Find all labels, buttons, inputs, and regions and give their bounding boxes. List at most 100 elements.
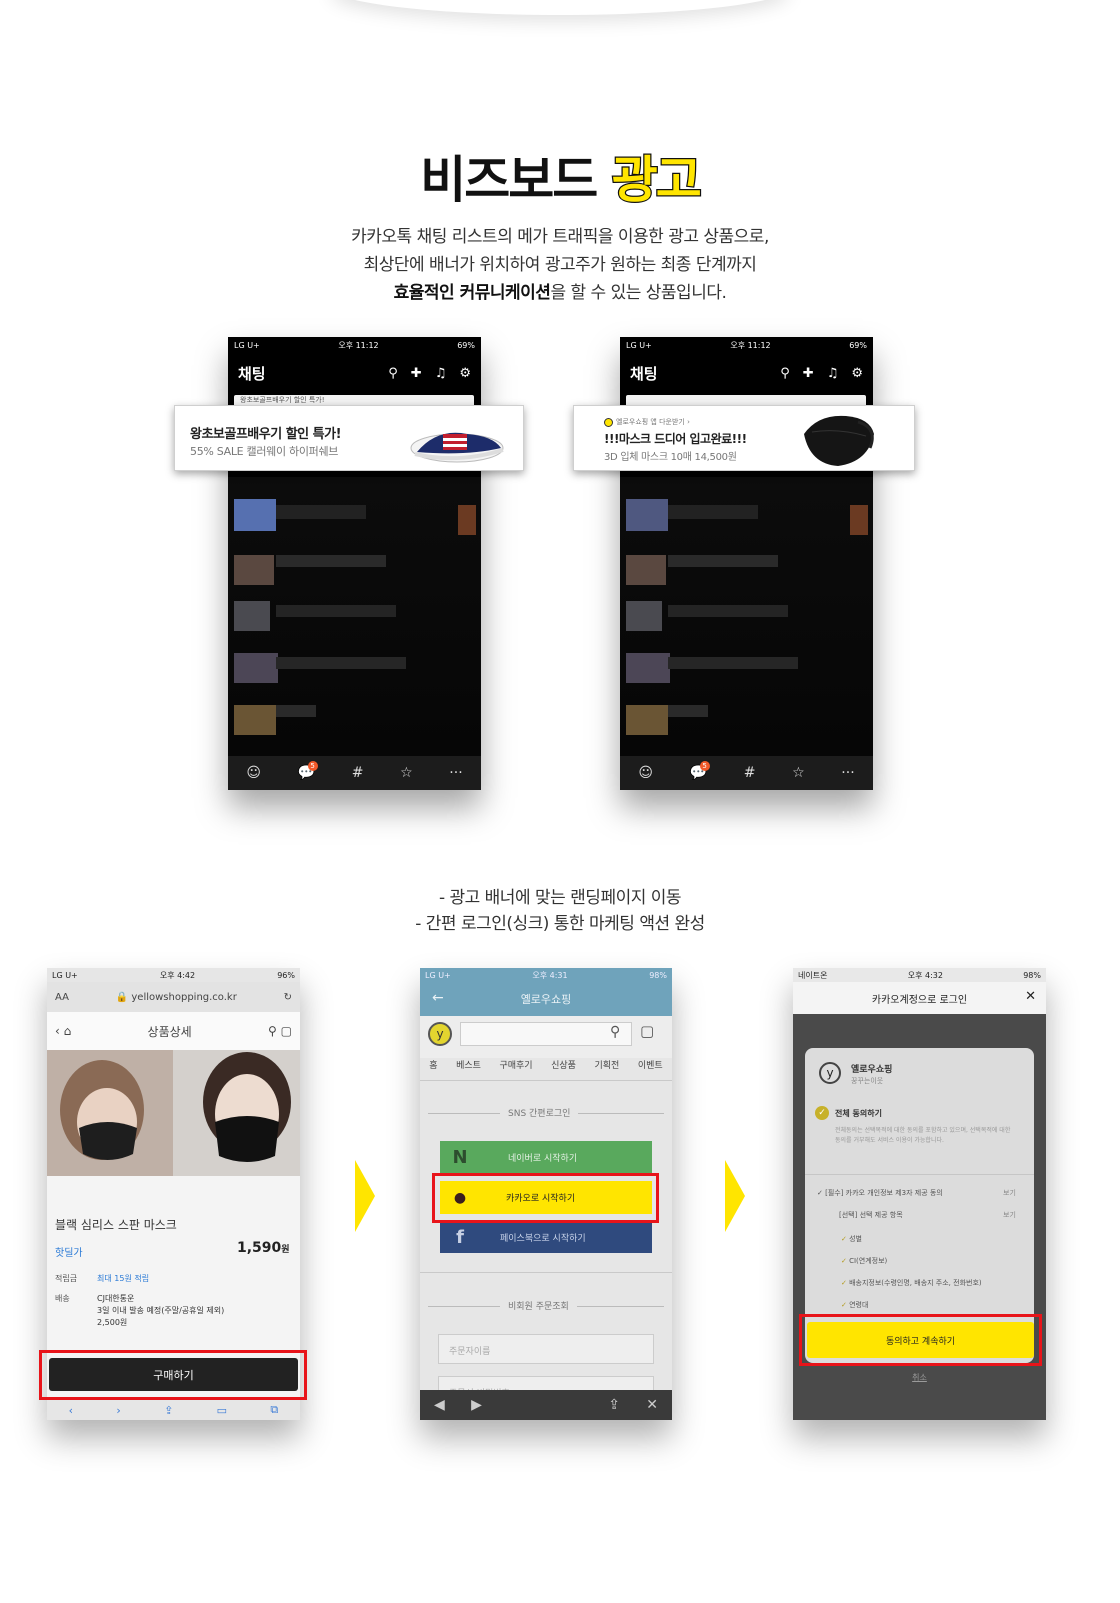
- back-arrow-icon[interactable]: ←: [432, 990, 444, 1006]
- desc-line-3: 효율적인 커뮤니케이션을 할 수 있는 상품입니다.: [393, 283, 727, 303]
- facebook-icon: f: [456, 1226, 464, 1248]
- facebook-login-button[interactable]: f 페이스북으로 시작하기: [440, 1221, 652, 1253]
- cart-icon[interactable]: ▢: [640, 1022, 654, 1040]
- subtitle-line-1: - 광고 배너에 맞는 랜딩페이지 이동: [438, 888, 682, 908]
- consent-sub-1[interactable]: ✓ 성별: [841, 1234, 862, 1244]
- hashtag-tab-icon[interactable]: #: [352, 765, 364, 781]
- banner-subtitle: 3D 입체 마스크 10매 14,500원: [604, 452, 737, 463]
- yellow-logo-icon: [604, 417, 613, 427]
- naver-login-button[interactable]: N 네이버로 시작하기: [440, 1141, 652, 1173]
- unread-badge: 5: [699, 761, 710, 771]
- back-icon[interactable]: ‹ ⌂: [55, 1024, 71, 1038]
- bookmarks-icon[interactable]: ▭: [217, 1404, 227, 1417]
- desc-line-2: 최상단에 배너가 위치하여 광고주가 원하는 최종 단계까지: [363, 255, 757, 275]
- friends-tab-icon[interactable]: ☺: [638, 765, 653, 781]
- new-chat-icon[interactable]: ✚: [803, 366, 814, 381]
- url-text: 🔒 yellowshopping.co.kr: [115, 991, 237, 1003]
- bizboard-banner-1[interactable]: 왕초보골프배우기 할인 특가! 55% SALE 캘러웨이 하이퍼쉐브: [174, 405, 524, 473]
- consent-sub-2[interactable]: ✓ CI(연계정보): [841, 1256, 887, 1266]
- gear-icon[interactable]: ⚙: [851, 366, 863, 381]
- nav-review[interactable]: 구매후기: [499, 1058, 532, 1080]
- star-tab-icon[interactable]: ☆: [400, 765, 413, 781]
- flow-arrow-1: [355, 1160, 375, 1232]
- page-header: ‹ ⌂ 상품상세 ⚲ ▢: [47, 1012, 300, 1050]
- consent-item-1[interactable]: ✓ [필수] 카카오 개인정보 제3자 제공 동의: [817, 1188, 943, 1198]
- flow-arrow-2: [725, 1160, 745, 1232]
- app-title: 옐로우쇼핑: [520, 993, 572, 1006]
- forward-icon[interactable]: ▶: [471, 1397, 482, 1413]
- unread-badge: 5: [307, 761, 318, 771]
- bizboard-banner-2[interactable]: 옐로우쇼핑 앱 다운받기 › !!!마스크 드디어 입고완료!!! 3D 입체 …: [573, 405, 915, 473]
- blurred-chat-list: [620, 477, 873, 757]
- gear-icon[interactable]: ⚙: [459, 366, 471, 381]
- forward-icon[interactable]: ›: [116, 1404, 120, 1417]
- tab-bar: ☺ 💬 5 # ☆ ···: [620, 756, 873, 790]
- friends-tab-icon[interactable]: ☺: [246, 765, 261, 781]
- chat-title: 채팅: [238, 364, 266, 383]
- app-name: 옐로우쇼핑: [851, 1065, 893, 1075]
- safari-toolbar: ‹ › ⇪ ▭ ⧉: [47, 1400, 300, 1420]
- nav-best[interactable]: 베스트: [456, 1058, 481, 1080]
- consent-item-2[interactable]: [선택] 선택 제공 항목: [839, 1210, 903, 1220]
- consent-header-title: 카카오계정으로 로그인: [871, 994, 968, 1006]
- ship-label: 배송: [55, 1294, 70, 1303]
- nav-new[interactable]: 신상품: [551, 1058, 576, 1080]
- search-icon[interactable]: ⚲: [610, 1024, 620, 1040]
- tabs-icon[interactable]: ⧉: [270, 1403, 278, 1417]
- music-icon[interactable]: ♫: [435, 366, 447, 381]
- naver-icon: N: [452, 1146, 468, 1168]
- chat-header: 채팅 ⚲ ✚ ♫ ⚙: [620, 353, 873, 393]
- kakao-login-button[interactable]: ● 카카오로 시작하기: [440, 1181, 652, 1214]
- text-size-button[interactable]: AA: [55, 992, 69, 1003]
- back-icon[interactable]: ‹: [69, 1404, 73, 1417]
- view-link-2[interactable]: 보기: [1003, 1210, 1016, 1220]
- agree-all-label[interactable]: 전체 동의하기: [835, 1108, 882, 1119]
- app-sub: 꿍꾸는이웃: [851, 1077, 884, 1085]
- new-chat-icon[interactable]: ✚: [411, 366, 422, 381]
- music-icon[interactable]: ♫: [827, 366, 839, 381]
- tab-bar: ☺ 💬 5 # ☆ ···: [228, 756, 481, 790]
- browser-url-bar[interactable]: AA 🔒 yellowshopping.co.kr ↻: [47, 982, 300, 1012]
- top-decor-shadow: [330, 0, 790, 15]
- back-icon[interactable]: ◀: [434, 1397, 445, 1413]
- share-icon[interactable]: ⇪: [164, 1404, 173, 1417]
- chats-tab-icon[interactable]: 💬 5: [690, 761, 710, 781]
- desc-line-1: 카카오톡 채팅 리스트의 메가 트래픽을 이용한 광고 상품으로,: [351, 227, 769, 247]
- more-tab-icon[interactable]: ···: [841, 765, 854, 781]
- status-bar: LG U+ 오후 11:12 69%: [626, 340, 867, 350]
- orderer-name-field[interactable]: 주문자이름: [438, 1334, 654, 1364]
- consent-sub-3[interactable]: ✓ 배송지정보(수령인명, 배송지 주소, 전화번호): [841, 1278, 982, 1288]
- check-all-icon[interactable]: ✓: [815, 1106, 829, 1120]
- close-icon[interactable]: ✕: [1025, 989, 1036, 1004]
- kakao-bubble-icon: ●: [453, 1189, 467, 1206]
- nav-plan[interactable]: 기획전: [594, 1058, 619, 1080]
- chats-tab-icon[interactable]: 💬 5: [298, 761, 318, 781]
- more-tab-icon[interactable]: ···: [449, 765, 462, 781]
- banner-title: !!!마스크 드디어 입고완료!!!: [604, 432, 747, 446]
- close-icon[interactable]: ✕: [646, 1397, 658, 1413]
- agree-continue-button[interactable]: 동의하고 계속하기: [807, 1322, 1034, 1358]
- star-tab-icon[interactable]: ☆: [792, 765, 805, 781]
- view-link-1[interactable]: 보기: [1003, 1188, 1016, 1198]
- nav-event[interactable]: 이벤트: [638, 1058, 663, 1080]
- hashtag-tab-icon[interactable]: #: [744, 765, 756, 781]
- blurred-chat-list: [228, 477, 481, 757]
- nav-home[interactable]: 홈: [429, 1058, 437, 1080]
- banner-subtitle: 55% SALE 캘러웨이 하이퍼쉐브: [190, 445, 339, 458]
- chat-header: 채팅 ⚲ ✚ ♫ ⚙: [228, 353, 481, 393]
- search-icon[interactable]: ⚲: [388, 366, 398, 381]
- consent-sub-4[interactable]: ✓ 연령대: [841, 1300, 868, 1310]
- point-value: 최대 15원 적립: [97, 1274, 150, 1283]
- advertiser-row: 옐로우쇼핑 앱 다운받기 ›: [604, 417, 690, 427]
- search-cart-icon[interactable]: ⚲ ▢: [268, 1024, 292, 1038]
- description: 카카오톡 채팅 리스트의 메가 트래픽을 이용한 광고 상품으로, 최상단에 배…: [0, 223, 1120, 307]
- consent-header: 카카오계정으로 로그인 ✕: [793, 982, 1046, 1014]
- search-input[interactable]: [460, 1022, 632, 1046]
- cancel-link[interactable]: 취소: [793, 1372, 1046, 1383]
- buy-button[interactable]: 구매하기: [49, 1358, 298, 1391]
- mask-image: [804, 415, 874, 466]
- reload-icon[interactable]: ↻: [284, 992, 292, 1003]
- point-label: 적립금: [55, 1274, 78, 1283]
- share-icon[interactable]: ⇪: [608, 1397, 620, 1413]
- search-icon[interactable]: ⚲: [780, 366, 790, 381]
